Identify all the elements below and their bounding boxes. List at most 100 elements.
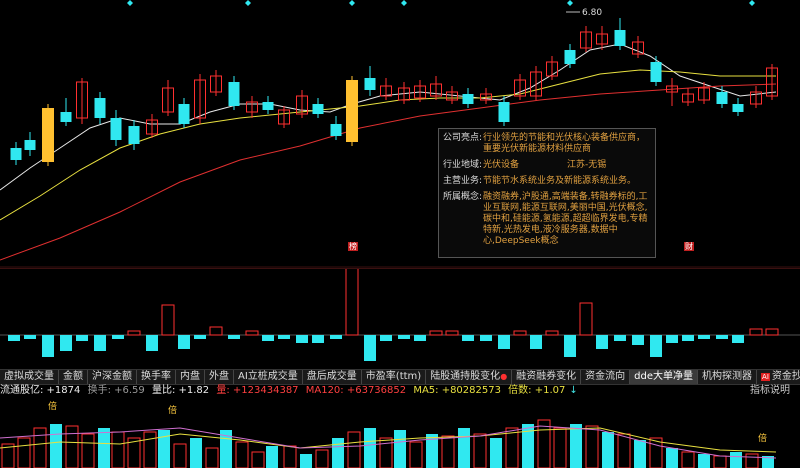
indicator-chart[interactable]	[0, 398, 800, 468]
ma120-value: MA120: +63736852	[305, 385, 407, 396]
volume-bar	[278, 335, 290, 339]
volume-bar	[414, 335, 426, 341]
tab-8[interactable]: 市盈率(ttm)	[362, 370, 427, 384]
bei-label-1: 倍	[48, 402, 58, 412]
volume-bar	[345, 269, 359, 336]
volume-bar	[462, 335, 474, 341]
high-price-annotation: 6.80	[566, 8, 602, 18]
tt-row-business: 主营业务: 节能节水系统业务及新能源系统业务。	[443, 176, 651, 187]
finance-marker[interactable]: 财	[684, 242, 694, 251]
candle-body	[228, 82, 240, 106]
tab-1[interactable]: 金额	[59, 370, 88, 384]
candle-body	[650, 62, 662, 82]
event-diamond	[567, 0, 573, 6]
event-diamonds	[127, 0, 755, 6]
volume-bar	[76, 335, 88, 341]
company-info-popup: 公司亮点: 行业领先的节能和光伏核心装备供应商，重要光伏新能源材料供应商 行业地…	[438, 128, 656, 258]
indicator-bar	[190, 438, 202, 468]
volume-bar	[632, 335, 644, 345]
volume-bar	[24, 335, 36, 339]
indicator-bar	[553, 427, 567, 468]
volume-chart[interactable]	[0, 268, 800, 369]
indicator-bar	[98, 428, 110, 468]
tab-6[interactable]: AI立桩成交量	[234, 370, 303, 384]
volume-bars	[8, 269, 779, 361]
candle-body	[42, 108, 54, 162]
tt-row-highlight: 公司亮点: 行业领先的节能和光伏核心装备供应商，重要光伏新能源材料供应商	[443, 133, 651, 155]
volume-bar	[682, 335, 694, 341]
indicator-help-button[interactable]: 指标说明	[750, 384, 790, 397]
volume-bar	[398, 335, 410, 339]
indicator-bar	[634, 440, 646, 468]
candlestick-chart[interactable]: 6.80	[0, 0, 800, 268]
tab-2[interactable]: 沪深金额	[88, 370, 137, 384]
tab-14[interactable]: AI资金抄底	[757, 370, 800, 384]
volume-bar	[498, 335, 510, 349]
indicator-bar	[666, 448, 678, 468]
volume-bar	[161, 304, 175, 336]
candle-body	[346, 80, 358, 142]
volume-bar	[614, 335, 626, 341]
tab-7[interactable]: 盘后成交量	[303, 370, 362, 384]
indicator-bar	[111, 431, 125, 468]
indicator-bar	[681, 451, 695, 468]
tab-10[interactable]: 融资融券变化	[512, 370, 582, 384]
indicator-bar	[50, 424, 62, 468]
tt-label: 所属概念:	[443, 192, 483, 202]
indicator-bar	[251, 451, 265, 468]
tab-3[interactable]: 换手率	[137, 370, 176, 384]
indicator-bar	[65, 425, 79, 468]
tab-4[interactable]: 内盘	[176, 370, 205, 384]
tab-5[interactable]: 外盘	[205, 370, 234, 384]
volume-bar	[579, 302, 593, 336]
tab-label: 资金流向	[585, 371, 626, 382]
event-diamond	[349, 0, 355, 6]
candle-body	[614, 30, 626, 46]
event-diamond	[127, 0, 133, 6]
volume-bar	[765, 328, 779, 336]
candle-body	[110, 118, 122, 140]
volume-bar	[364, 335, 376, 361]
candles	[10, 18, 778, 166]
tab-label: 融资融券变化	[516, 371, 577, 382]
volume-bar	[530, 335, 542, 349]
volume-bar	[296, 335, 308, 343]
tab-12[interactable]: dde大单净量	[630, 370, 699, 384]
indicator-bar	[473, 433, 487, 468]
candle-body	[462, 94, 474, 104]
tab-9[interactable]: 陆股通持股变化●	[426, 370, 513, 384]
indicator-bar	[315, 449, 329, 468]
tab-label: AI立桩成交量	[238, 371, 298, 382]
indicator-bar	[283, 445, 297, 468]
volume-bar	[545, 330, 559, 336]
indicator-bar	[505, 427, 519, 468]
event-diamond	[245, 0, 251, 6]
tab-label: 内盘	[180, 371, 200, 382]
candle-body	[262, 102, 274, 110]
indicator-bar	[394, 430, 406, 468]
tab-label: dde大单净量	[634, 371, 694, 382]
candle-body	[94, 98, 106, 118]
tab-13[interactable]: 机构探测器	[698, 370, 758, 384]
rank-marker[interactable]: 榜	[348, 242, 358, 251]
candle-body	[498, 102, 510, 122]
tab-11[interactable]: 资金流向	[581, 370, 631, 384]
indicator-bar	[266, 446, 278, 468]
volume-bar	[445, 330, 459, 336]
volume-bar	[209, 326, 223, 336]
indicator-bar	[570, 424, 582, 468]
tt-value: 行业领先的节能和光伏核心装备供应商，重要光伏新能源材料供应商	[483, 133, 646, 154]
volume-bar	[42, 335, 54, 357]
tt-value-region: 江苏-无锡	[567, 160, 607, 170]
tab-label: 盘后成交量	[306, 371, 357, 382]
volume-bar	[312, 335, 324, 343]
tab-0[interactable]: 虚拟成交量	[0, 370, 59, 384]
volume-bar	[8, 335, 20, 341]
indicator-bar	[617, 433, 631, 468]
event-diamond	[401, 0, 407, 6]
tt-row-industry: 行业地域: 光伏设备 江苏-无锡	[443, 160, 651, 171]
candle-body	[330, 124, 342, 136]
indicator-bar	[409, 441, 423, 468]
indicator-bar	[490, 438, 502, 468]
indicator-bar	[143, 431, 157, 468]
